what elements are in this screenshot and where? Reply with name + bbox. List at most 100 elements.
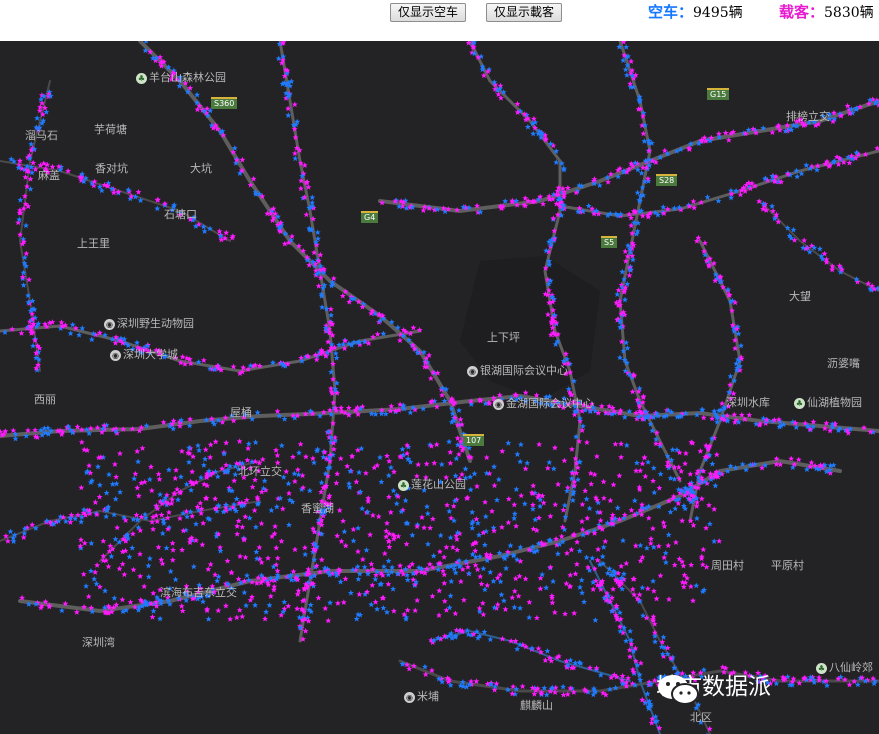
taxi-marker [130, 566, 137, 573]
taxi-marker [502, 606, 509, 612]
taxi-marker [522, 575, 529, 582]
taxi-marker [633, 467, 640, 474]
park-icon: ♣ [398, 479, 409, 491]
taxi-marker [441, 554, 448, 560]
taxi-marker [103, 513, 110, 520]
taxi-marker [391, 468, 397, 475]
taxi-marker [78, 536, 84, 543]
taxi-marker [85, 593, 92, 600]
taxi-marker [424, 503, 430, 510]
taxi-marker [521, 500, 528, 507]
taxi-marker [633, 459, 640, 466]
taxi-marker [844, 102, 851, 109]
taxi-marker [424, 510, 431, 517]
taxi-marker [656, 485, 663, 491]
taxi-marker [651, 489, 658, 496]
taxi-marker [281, 599, 288, 605]
taxi-marker [480, 565, 487, 572]
map-label-jinhu-center: ◉ 金湖国际会议中心 [493, 397, 594, 410]
taxi-marker [169, 540, 176, 546]
taxi-marker [551, 609, 558, 616]
taxi-marker [188, 487, 195, 493]
taxi-marker [117, 489, 124, 495]
taxi-marker [141, 479, 148, 485]
taxi-marker [129, 530, 136, 537]
taxi-marker [519, 683, 526, 690]
taxi-marker [562, 610, 569, 617]
taxi-marker [524, 123, 531, 130]
taxi-marker [679, 517, 686, 524]
show-loaded-only-button[interactable]: 仅显示載客 [486, 3, 563, 22]
taxi-marker [233, 495, 240, 502]
taxi-marker [711, 538, 718, 544]
taxi-marker [533, 614, 540, 621]
taxi-marker [224, 557, 231, 564]
road-shield-g15: G15 [707, 88, 730, 100]
map-label-qilinshan: 麒麟山 [520, 699, 553, 712]
taxi-marker [499, 448, 506, 454]
taxi-marker [390, 487, 397, 494]
show-empty-only-button[interactable]: 仅显示空车 [390, 3, 467, 22]
taxi-marker [543, 584, 550, 591]
taxi-marker [69, 321, 76, 328]
taxi-marker [177, 473, 184, 480]
taxi-marker [474, 566, 481, 573]
taxi-marker [227, 616, 234, 622]
taxi-marker [491, 463, 498, 470]
map-label-paibang: 排榜立交 [786, 110, 830, 123]
taxi-marker [415, 461, 422, 468]
taxi-marker [237, 553, 244, 559]
taxi-marker [23, 250, 30, 257]
taxi-marker [279, 505, 286, 512]
map-label-binhai: 滨海布吉东立交 [160, 586, 237, 599]
taxi-marker [583, 554, 590, 561]
reservoir-area [460, 256, 600, 401]
taxi-marker [94, 562, 101, 568]
taxi-marker [274, 452, 281, 459]
taxi-marker [155, 544, 162, 550]
taxi-marker [163, 545, 170, 551]
road-shield-s360: S360 [211, 97, 238, 109]
taxi-marker [239, 524, 246, 530]
taxi-marker [350, 537, 357, 544]
taxi-marker [698, 495, 705, 502]
taxi-marker [18, 330, 25, 336]
taxi-marker [309, 455, 316, 462]
taxi-marker [355, 548, 361, 555]
taxi-marker [587, 470, 594, 476]
taxi-marker [263, 608, 270, 615]
taxi-marker [550, 578, 557, 585]
taxi-marker [404, 576, 411, 583]
taxi-marker [200, 462, 207, 468]
taxi-marker [291, 101, 298, 108]
map-label-yinhu-center: ◉ 银湖国际会议中心 [467, 364, 568, 377]
taxi-marker [421, 524, 428, 531]
taxi-marker [623, 442, 630, 448]
taxi-marker [600, 544, 607, 550]
taxi-map[interactable]: ♣ 羊台山森林公园 溜马石 芋荷塘 麻盖 香对坑 大坑 石塘口 上王里 ◉ 深圳野生… [0, 41, 879, 734]
taxi-marker [309, 194, 316, 201]
taxi-marker [165, 466, 172, 473]
taxi-marker [511, 604, 518, 610]
taxi-marker [158, 556, 165, 563]
taxi-marker [148, 487, 155, 494]
taxi-marker [342, 575, 349, 582]
taxi-marker [427, 524, 434, 531]
taxi-marker [549, 599, 556, 606]
taxi-marker [236, 438, 243, 444]
taxi-marker [769, 203, 776, 209]
taxi-marker [93, 580, 100, 587]
taxi-marker [585, 202, 592, 209]
taxi-marker [138, 480, 145, 486]
taxi-marker [327, 599, 334, 606]
map-label-shenzhen-reservoir: 深圳水库 [726, 396, 770, 409]
taxi-marker [207, 561, 214, 567]
taxi-marker [155, 471, 162, 477]
taxi-marker [447, 460, 454, 466]
taxi-marker [429, 593, 436, 599]
taxi-marker [552, 501, 559, 508]
taxi-marker [438, 461, 445, 468]
taxi-marker [117, 450, 123, 457]
taxi-marker [212, 495, 219, 502]
map-canvas[interactable] [0, 41, 879, 734]
